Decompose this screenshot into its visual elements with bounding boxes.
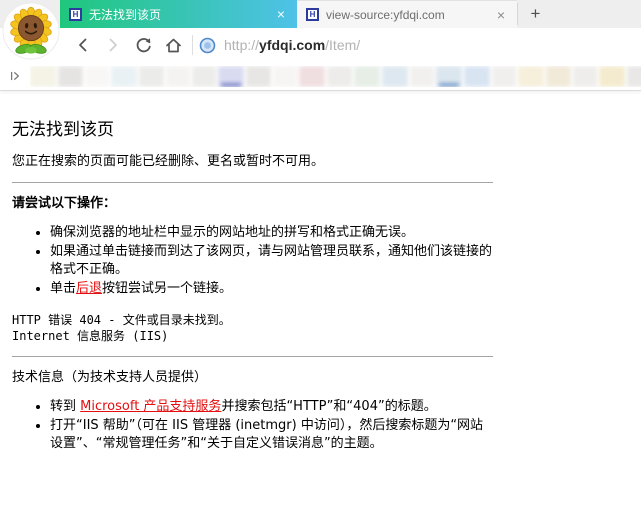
navigation-bar: http://yfdqi.com/Item/ [0, 28, 641, 62]
home-button[interactable] [158, 33, 188, 57]
bookmark-item[interactable] [273, 66, 297, 87]
refresh-button[interactable] [128, 33, 158, 57]
bookmark-item[interactable] [599, 66, 625, 87]
toolbar-divider [192, 35, 193, 55]
bookmark-item[interactable] [85, 66, 109, 87]
technical-text: 打开“IIS 帮助”（可在 IIS 管理器 (inetmgr) 中访问），然后搜… [50, 418, 483, 451]
technical-info-item: 打开“IIS 帮助”（可在 IIS 管理器 (inetmgr) 中访问），然后搜… [50, 417, 495, 453]
tab-title: view-source:yfdqi.com [326, 8, 487, 22]
bookmark-item[interactable] [246, 66, 271, 87]
bookmark-item[interactable] [382, 66, 408, 87]
bookmark-item[interactable] [546, 66, 571, 87]
forward-arrow-icon [104, 36, 122, 54]
tab-error-page[interactable]: H 无法找到该页 × [60, 0, 297, 28]
technical-info-label: 技术信息（为技术支持人员提供） [12, 369, 495, 386]
bookmark-item[interactable] [464, 66, 490, 87]
url-text: http://yfdqi.com/Item/ [224, 37, 360, 53]
refresh-icon [134, 36, 153, 55]
divider [12, 356, 493, 357]
back-link[interactable]: 后退 [76, 281, 102, 296]
url-host: yfdqi.com [259, 37, 325, 53]
bookmark-item[interactable] [166, 66, 190, 87]
bookmark-underline [439, 84, 459, 86]
suggestion-text: 如果通过单击链接而到达了该网页，请与网站管理员联系，通知他们该链接的格式不正确。 [50, 244, 492, 277]
close-tab-icon[interactable]: × [274, 7, 288, 21]
bookmark-item[interactable] [436, 66, 462, 87]
suggestion-text: 确保浏览器的地址栏中显示的网站地址的拼写和格式正确无误。 [50, 225, 414, 240]
url-path: /Item/ [325, 37, 360, 53]
sunflower-icon [2, 2, 60, 60]
page-title: 无法找到该页 [12, 115, 495, 140]
microsoft-support-link[interactable]: Microsoft 产品支持服务 [80, 399, 221, 414]
tab-title: 无法找到该页 [89, 6, 267, 23]
site-globe-icon [199, 37, 216, 54]
page-favicon-icon: H [69, 8, 82, 21]
bookmark-item[interactable] [192, 66, 216, 87]
bookmark-item[interactable] [111, 66, 137, 87]
suggestion-item: 单击后退按钮尝试另一个链接。 [50, 280, 495, 298]
bookmark-item[interactable] [518, 66, 544, 87]
bookmark-item[interactable] [627, 66, 641, 87]
bookmark-item[interactable] [492, 66, 516, 87]
bookmark-strip [30, 66, 641, 87]
bookmark-item[interactable] [299, 66, 325, 87]
forward-button[interactable] [98, 33, 128, 57]
bookmark-underline [221, 84, 241, 86]
bookmark-item[interactable] [354, 66, 380, 87]
technical-info-list: 转到 Microsoft 产品支持服务并搜索包括“HTTP”和“404”的标题。… [12, 398, 495, 453]
close-tab-icon[interactable]: × [494, 8, 508, 22]
bookmark-item[interactable] [573, 66, 597, 87]
error-intro: 您正在搜索的页面可能已经删除、更名或暂时不可用。 [12, 153, 495, 170]
sidebar-expand-icon[interactable] [8, 68, 22, 84]
page-favicon-icon: H [306, 8, 319, 21]
technical-info-item: 转到 Microsoft 产品支持服务并搜索包括“HTTP”和“404”的标题。 [50, 398, 495, 416]
back-button[interactable] [68, 33, 98, 57]
tab-view-source[interactable]: H view-source:yfdqi.com × [297, 0, 517, 28]
back-arrow-icon [74, 36, 92, 54]
new-tab-button[interactable]: + [517, 3, 553, 25]
suggestion-list: 确保浏览器的地址栏中显示的网站地址的拼写和格式正确无误。 如果通过单击链接而到达… [12, 224, 495, 298]
bookmark-item[interactable] [58, 66, 83, 87]
sunflower-logo-icon[interactable] [2, 2, 60, 60]
error-page-content: 无法找到该页 您正在搜索的页面可能已经删除、更名或暂时不可用。 请尝试以下操作：… [0, 91, 495, 453]
divider [12, 182, 493, 183]
home-icon [164, 36, 183, 55]
tab-bar: H 无法找到该页 × H view-source:yfdqi.com × + [0, 0, 641, 28]
bookmark-item[interactable] [30, 66, 56, 87]
address-bar[interactable]: http://yfdqi.com/Item/ [199, 37, 360, 54]
browser-window: H 无法找到该页 × H view-source:yfdqi.com × + [0, 0, 641, 508]
bookmarks-bar [0, 62, 641, 91]
suggestion-item: 确保浏览器的地址栏中显示的网站地址的拼写和格式正确无误。 [50, 224, 495, 242]
bookmark-item[interactable] [327, 66, 352, 87]
suggestion-text: 单击 [50, 281, 76, 296]
technical-text: 转到 [50, 399, 80, 414]
http-error-code: HTTP 错误 404 - 文件或目录未找到。 [12, 312, 495, 328]
bookmark-item[interactable] [139, 66, 164, 87]
iis-service-label: Internet 信息服务 (IIS) [12, 328, 495, 344]
technical-text: 并搜索包括“HTTP”和“404”的标题。 [221, 399, 436, 414]
bookmark-item[interactable] [218, 66, 244, 87]
url-scheme: http:// [224, 37, 259, 53]
suggestion-item: 如果通过单击链接而到达了该网页，请与网站管理员联系，通知他们该链接的格式不正确。 [50, 243, 495, 279]
http-error-block: HTTP 错误 404 - 文件或目录未找到。 Internet 信息服务 (I… [12, 312, 495, 344]
try-actions-label: 请尝试以下操作： [12, 195, 495, 212]
suggestion-text: 按钮尝试另一个链接。 [102, 281, 232, 296]
bookmark-item[interactable] [410, 66, 434, 87]
